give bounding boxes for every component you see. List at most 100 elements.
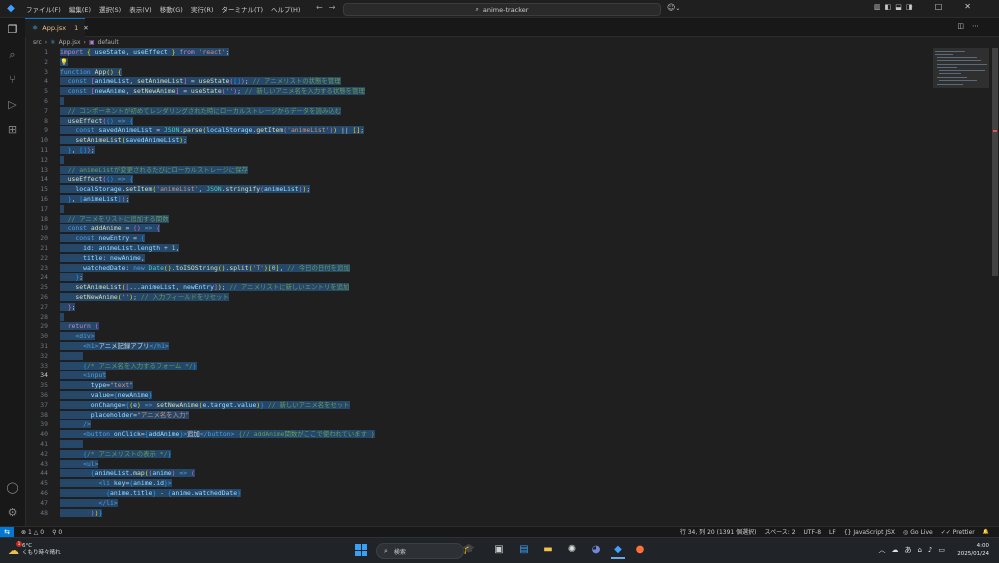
cursor-position[interactable]: 行 34, 列 20 (1391 個選択) [680,528,757,537]
tab-close-icon[interactable]: ✕ [83,24,88,32]
search-icon: ⌕ [475,5,479,13]
account-icon[interactable]: ◯ [6,481,19,494]
ports-indicator[interactable]: ⚲ 0 [52,528,62,537]
check-double-icon: ✓✓ [940,529,951,536]
layout-toggle-icon[interactable]: ▥ [874,3,885,11]
code-line: 37 ········onChange={(e) => setNewAnime(e… [40,400,350,409]
menu-help[interactable]: ヘルプ(H) [267,4,304,14]
code-line: 32 ······ [40,351,84,360]
show-hidden-icons-icon[interactable]: ︿ [878,546,891,554]
discord-icon[interactable]: ◕ [589,543,603,557]
menu-view[interactable]: 表示(V) [125,4,156,14]
menu-edit[interactable]: 編集(E) [65,4,95,14]
firefox-icon[interactable]: ● [633,543,647,557]
extensions-icon[interactable]: ⊞ [6,123,19,136]
weather-widget[interactable]: ☁ 1 6°C くもり時々晴れ [8,540,61,557]
clock[interactable]: 4:00 2025/01/24 [957,542,989,558]
minimize-button[interactable]: – [909,2,935,11]
taskbar-search-placeholder: 検索 [393,548,406,556]
end-of-line[interactable]: LF [829,528,836,537]
editor-tabs: ⚛ App.jsx 1 ✕ ◫⋯ [25,18,999,37]
more-actions-icon[interactable]: ⋯ [972,22,987,30]
language-mode[interactable]: {} JavaScript JSX [844,528,895,537]
weather-desc: くもり時々晴れ [22,550,61,556]
search-sidebar-icon[interactable]: ⌕ [6,48,19,61]
activity-bar: ❐ ⌕ ⑂ ▷ ⊞ ◯ ⚙ [0,18,26,526]
tab-app-jsx[interactable]: ⚛ App.jsx 1 ✕ [25,18,89,37]
command-center-search[interactable]: ⌕ anime-tracker [343,3,661,16]
code-line: 36 ········value={newAnime} [40,391,153,399]
menu-terminal[interactable]: ターミナル(T) [217,4,267,14]
copilot-button[interactable]: ☺⌄ [667,3,680,12]
code-line: 48 ········))} [40,508,103,517]
menu-file[interactable]: ファイル(F) [22,4,65,14]
file-explorer-icon[interactable]: ▬ [541,543,555,557]
code-line: 21 ······id: animeList.length + 1, [40,244,180,252]
code-editor[interactable]: 1 import { useState, useEffect } from 're… [25,48,930,524]
breadcrumb-symbol[interactable]: default [98,39,119,46]
go-live-button[interactable]: ◎ Go Live [903,528,933,537]
back-arrow-icon[interactable]: ← [316,3,329,12]
code-line: 1 import { useState, useEffect } from 're… [44,48,230,56]
split-editor-icon[interactable]: ◫ [957,22,972,30]
onedrive-cloud-icon[interactable]: ☁ [891,546,904,554]
chatgpt-icon[interactable]: ✺ [565,543,579,557]
task-view-icon[interactable]: ▣ [492,543,506,557]
menu-selection[interactable]: 選択(S) [95,4,125,14]
code-line: 6 [25,97,930,107]
indentation[interactable]: スペース: 2 [764,528,795,537]
menu-run[interactable]: 実行(R) [187,4,218,14]
code-line: 33 ······{/* アニメ名を入力するフォーム */} [40,361,197,370]
code-line: 30 ····<div> [40,332,95,341]
code-line: 24 ····}; [40,273,84,282]
notifications-bell-icon[interactable]: 🔔 [983,528,989,537]
clock-date: 2025/01/24 [957,551,989,557]
braces-icon: {} [843,529,852,536]
scrollbar-thumb[interactable] [992,48,998,276]
vscode-logo-icon: ◆ [7,3,15,14]
code-line: 12 [25,155,930,166]
breadcrumb-chevron-icon: › [83,39,86,46]
toggle-sidebar-icon[interactable]: ◧ [885,3,896,11]
menu-go[interactable]: 移動(G) [156,4,187,14]
code-line: 39 ······/> [40,420,91,429]
code-line: 17 [25,204,930,215]
ports-icon: ⚲ [52,529,57,536]
editor-scrollbar[interactable] [991,48,999,524]
code-line: 31 ······<h1>アニメ記録アプリ</h1> [40,342,169,350]
title-bar: ◆ ファイル(F) 編集(E) 選択(S) 表示(V) 移動(G) 実行(R) … [0,0,999,18]
code-line: 15 ····localStorage.setItem('animeList', … [40,185,311,194]
maximize-button[interactable]: □ [935,2,965,11]
network-icon[interactable]: ⌂ [917,546,927,554]
tab-actions: ◫⋯ [957,22,987,30]
toggle-panel-icon[interactable]: ⬓ [895,3,906,11]
close-window-button[interactable]: ✕ [964,2,993,11]
problems-indicator[interactable]: ⊗ 1 △ 0 [21,528,44,537]
settings-gear-icon[interactable]: ⚙ [6,506,19,519]
battery-icon[interactable]: ▭ [938,546,951,554]
taskbar-search[interactable]: ⌕ 検索 [376,543,464,559]
start-button[interactable] [355,544,367,556]
breadcrumb-folder[interactable]: src [33,39,42,46]
search-highlight-icon[interactable]: 🎓 [462,543,476,557]
minimap[interactable] [931,48,991,524]
warning-icon: △ [33,529,39,536]
source-control-icon[interactable]: ⑂ [6,73,19,86]
store-icon[interactable]: ▤ [517,543,531,557]
weather-temp: 6°C [22,543,33,549]
prettier-button[interactable]: ✓✓ Prettier [941,528,975,537]
code-line: 23 ······watchedDate: new Date().toISOStr… [40,263,350,272]
warning-count: 0 [40,529,45,536]
encoding[interactable]: UTF-8 [804,528,822,537]
run-debug-icon[interactable]: ▷ [6,98,19,111]
code-line: 7 ··// コンポーネントが初めてレンダリングされた時にローカルストレージからデ… [44,106,342,115]
vscode-taskbar-icon[interactable]: ◆ [611,543,625,559]
code-line: 42 ······{/* アニメリストの表示 */} [40,449,172,458]
breadcrumb-file[interactable]: App.jsx [59,39,81,46]
volume-icon[interactable]: ♪ [928,546,938,554]
code-line: 41 ······ [40,440,84,448]
ime-indicator[interactable]: あ [904,546,917,554]
clock-time: 4:00 [976,543,989,549]
explorer-icon[interactable]: ❐ [6,23,19,36]
forward-arrow-icon[interactable]: → [329,3,342,12]
